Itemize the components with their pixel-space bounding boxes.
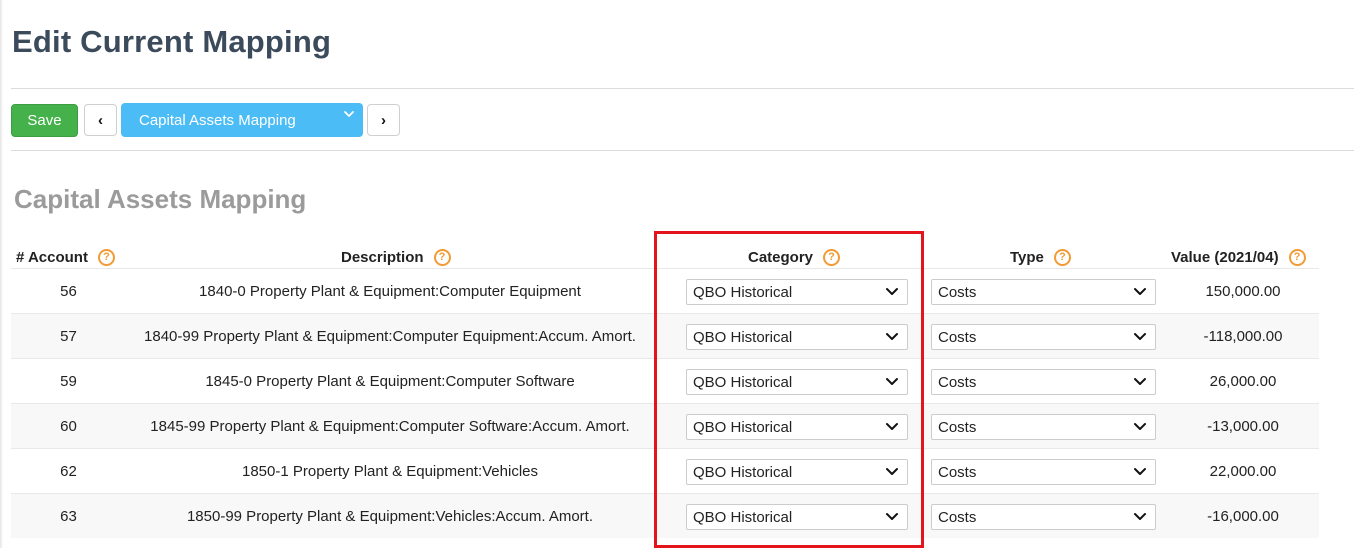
- account-description: 1850-99 Property Plant & Equipment:Vehic…: [186, 508, 594, 525]
- question-circle-icon[interactable]: ?: [433, 249, 451, 266]
- type-select[interactable]: Costs: [931, 459, 1156, 485]
- account-value: 150,000.00: [1205, 283, 1281, 300]
- question-circle-icon[interactable]: ?: [97, 249, 115, 266]
- chevron-left-icon: ‹: [98, 111, 103, 129]
- type-select[interactable]: Costs: [931, 504, 1156, 530]
- page-title: Edit Current Mapping: [12, 24, 332, 59]
- type-select-value: Costs: [938, 283, 977, 301]
- account-number: 60: [60, 418, 77, 435]
- divider: [11, 88, 1354, 89]
- type-select-value: Costs: [938, 328, 977, 346]
- type-select[interactable]: Costs: [931, 414, 1156, 440]
- chevron-down-icon: [344, 111, 354, 117]
- account-description: 1845-99 Property Plant & Equipment:Compu…: [150, 418, 630, 435]
- column-header-label: Type: [1010, 249, 1044, 266]
- account-description: 1840-99 Property Plant & Equipment:Compu…: [144, 328, 636, 345]
- question-circle-icon[interactable]: ?: [1288, 249, 1306, 266]
- account-value: -118,000.00: [1203, 328, 1283, 345]
- account-number: 63: [60, 508, 77, 525]
- next-mapping-button[interactable]: ›: [367, 104, 400, 136]
- page-edge-shadow: [0, 0, 3, 548]
- type-select-value: Costs: [938, 463, 977, 481]
- section-title: Capital Assets Mapping: [14, 184, 307, 214]
- column-header-label: # Account: [16, 249, 88, 266]
- save-button[interactable]: Save: [11, 103, 78, 137]
- column-header-type: Type ?: [1010, 249, 1071, 266]
- column-header-description: Description ?: [341, 249, 451, 266]
- account-value: 26,000.00: [1209, 373, 1277, 390]
- type-select[interactable]: Costs: [931, 369, 1156, 395]
- toolbar: Save ‹ Capital Assets Mapping ›: [11, 103, 400, 137]
- account-description: 1850-1 Property Plant & Equipment:Vehicl…: [241, 463, 538, 480]
- column-header-label: Value (2021/04): [1171, 249, 1279, 266]
- mapping-select[interactable]: Capital Assets Mapping: [121, 103, 363, 137]
- account-description: 1845-0 Property Plant & Equipment:Comput…: [205, 373, 575, 390]
- account-number: 59: [60, 373, 77, 390]
- type-select-value: Costs: [938, 373, 977, 391]
- account-number: 62: [60, 463, 77, 480]
- account-description: 1840-0 Property Plant & Equipment:Comput…: [199, 283, 581, 300]
- previous-mapping-button[interactable]: ‹: [84, 104, 117, 136]
- chevron-right-icon: ›: [381, 111, 386, 129]
- account-value: 22,000.00: [1209, 463, 1277, 480]
- category-column-highlight: [654, 231, 924, 548]
- mapping-select-value: Capital Assets Mapping: [139, 111, 296, 129]
- account-number: 56: [60, 283, 77, 300]
- column-header-account: # Account ?: [16, 249, 115, 266]
- column-header-value: Value (2021/04) ?: [1171, 249, 1306, 266]
- type-select[interactable]: Costs: [931, 324, 1156, 350]
- account-value: -16,000.00: [1207, 508, 1279, 525]
- account-value: -13,000.00: [1207, 418, 1279, 435]
- column-header-label: Description: [341, 249, 424, 266]
- question-circle-icon[interactable]: ?: [1053, 249, 1071, 266]
- type-select-value: Costs: [938, 418, 977, 436]
- divider: [11, 150, 1354, 151]
- type-select[interactable]: Costs: [931, 279, 1156, 305]
- type-select-value: Costs: [938, 508, 977, 526]
- account-number: 57: [60, 328, 77, 345]
